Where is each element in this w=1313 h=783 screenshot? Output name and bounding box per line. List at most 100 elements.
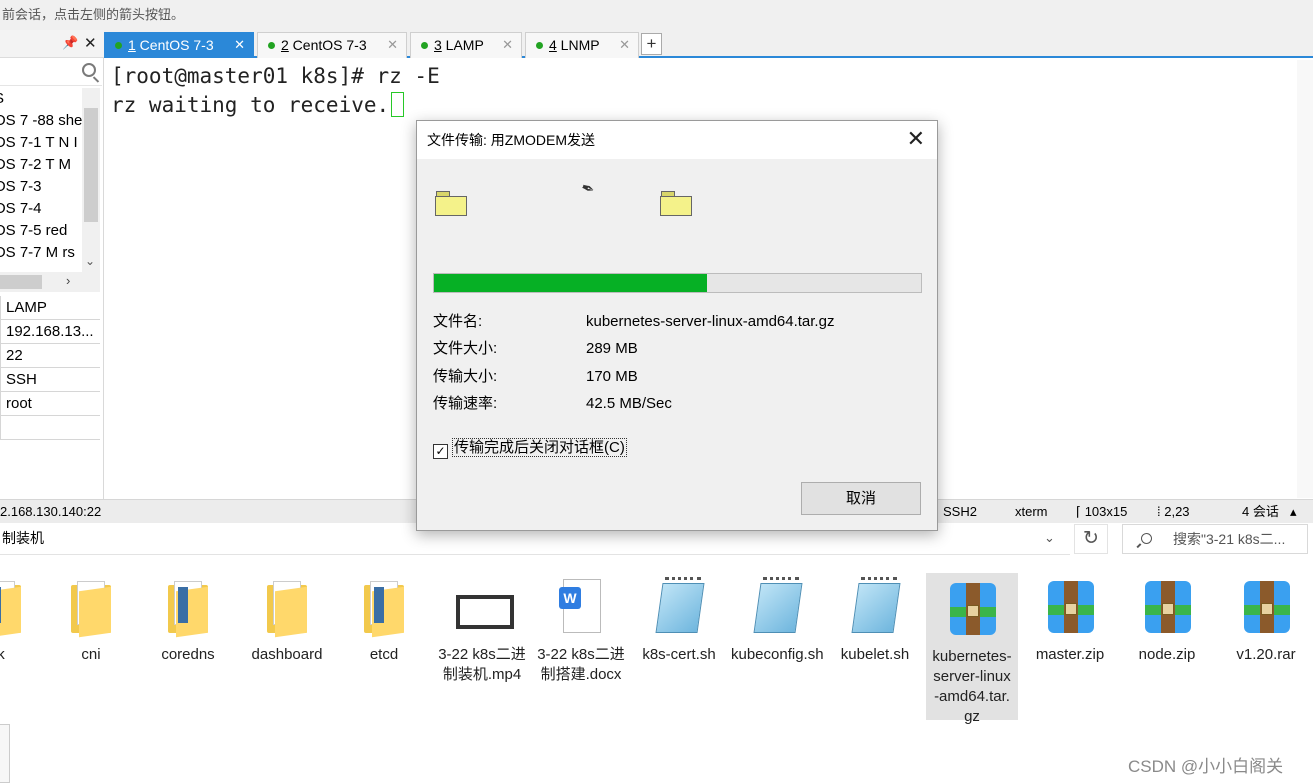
file-transfer-dialog: 文件传输: 用ZMODEM发送 ✕ ✒ 文件名: kubernetes-serv…: [416, 120, 938, 531]
destination-folder-icon: [660, 191, 692, 217]
property-protocol: SSH: [0, 368, 100, 392]
checkbox-check-icon[interactable]: ✓: [433, 444, 448, 459]
status-protocol: SSH2: [943, 504, 977, 519]
file-name: 3-22 k8s二进制装机.mp4: [438, 646, 526, 683]
file-item[interactable]: k8s-cert.sh: [633, 573, 725, 665]
tab-lamp[interactable]: 3 LAMP ✕: [410, 32, 522, 58]
close-tab-icon[interactable]: ✕: [502, 33, 513, 57]
close-tab-icon[interactable]: ✕: [387, 33, 398, 57]
cancel-button[interactable]: 取消: [801, 482, 921, 515]
file-item[interactable]: kubelet.sh: [829, 573, 921, 665]
session-item[interactable]: OS 7-2 T M: [0, 154, 82, 176]
hint-bar: 前会话，点击左侧的箭头按钮。: [0, 0, 1313, 30]
session-item[interactable]: OS 7 -88 she: [0, 110, 82, 132]
refresh-button[interactable]: ↻: [1074, 524, 1108, 554]
file-item[interactable]: cni: [45, 573, 137, 665]
close-tab-icon[interactable]: ✕: [234, 33, 245, 57]
session-item[interactable]: OS 7-1 T N I: [0, 132, 82, 154]
checkbox-label: 传输完成后关闭对话框(C): [452, 438, 627, 457]
file-item-selected[interactable]: kubernetes-server-linux-amd64.tar.gz: [926, 573, 1018, 725]
folder-icon: [0, 577, 27, 638]
archive-file-icon: [1141, 577, 1193, 637]
close-on-complete-checkbox[interactable]: ✓ 传输完成后关闭对话框(C): [433, 438, 627, 459]
address-path: 制装机: [2, 530, 44, 546]
file-item[interactable]: W 3-22 k8s二进制搭建.docx: [535, 573, 627, 685]
connected-status-icon: [115, 42, 122, 49]
info-row-filename: 文件名: kubernetes-server-linux-amd64.tar.g…: [433, 312, 913, 332]
folder-icon: [162, 577, 214, 638]
horizontal-scrollbar[interactable]: ›: [0, 272, 100, 292]
info-value: 289 MB: [586, 340, 638, 357]
status-size: ⌈ 103x15: [1076, 500, 1127, 523]
file-name: kubernetes-server-linux-amd64.tar.gz: [932, 648, 1012, 725]
new-tab-button[interactable]: +: [641, 33, 662, 55]
file-name: k: [0, 646, 5, 663]
file-item[interactable]: v1.20.rar: [1220, 573, 1312, 665]
file-name: kubeconfig.sh: [731, 646, 824, 663]
session-manager-panel: 📌 ✕ S OS 7 -88 she OS 7-1 T N I OS 7-2 T…: [0, 30, 104, 500]
file-name: etcd: [369, 646, 399, 663]
session-item[interactable]: S: [0, 88, 82, 110]
chevron-down-icon[interactable]: ⌄: [85, 254, 95, 268]
tab-centos-7-3-1[interactable]: 1 CentOS 7-3 ✕: [104, 32, 254, 58]
tab-label: CentOS 7-3: [135, 37, 214, 53]
file-item[interactable]: node.zip: [1121, 573, 1213, 665]
session-item[interactable]: OS 7-4: [0, 198, 82, 220]
file-item[interactable]: etcd: [338, 573, 430, 665]
session-item[interactable]: OS 7-3: [0, 176, 82, 198]
info-label: 文件大小:: [433, 340, 498, 357]
file-name: k8s-cert.sh: [642, 646, 716, 663]
tab-label: CentOS 7-3: [288, 37, 367, 53]
terminal-line: [root@master01 k8s]# rz -E: [111, 64, 440, 88]
chevron-down-icon[interactable]: ⌄: [1044, 523, 1055, 553]
caret-up-icon[interactable]: ▴: [1290, 500, 1297, 523]
file-item[interactable]: 3-22 k8s二进制装机.mp4: [436, 573, 528, 685]
property-host: 192.168.13...: [0, 320, 100, 344]
connected-status-icon: [268, 42, 275, 49]
file-item[interactable]: kubeconfig.sh: [731, 573, 824, 665]
file-name: v1.20.rar: [1236, 646, 1296, 663]
chevron-right-icon[interactable]: ›: [66, 273, 70, 288]
refresh-icon: ↻: [1083, 528, 1099, 549]
file-name: 3-22 k8s二进制搭建.docx: [537, 646, 625, 683]
scrollbar-thumb[interactable]: [0, 275, 42, 289]
tab-lnmp[interactable]: 4 LNMP ✕: [525, 32, 639, 58]
tab-centos-7-3-2[interactable]: 2 CentOS 7-3 ✕: [257, 32, 407, 58]
file-item[interactable]: coredns: [142, 573, 234, 665]
info-row-filesize: 文件大小: 289 MB: [433, 339, 913, 359]
folder-icon: [358, 577, 410, 638]
terminal-scrollbar[interactable]: [1297, 60, 1313, 498]
archive-file-icon: [1240, 577, 1292, 637]
session-item[interactable]: OS 7-5 red: [0, 220, 82, 242]
search-icon: [1141, 533, 1152, 544]
info-label: 文件名:: [433, 313, 483, 330]
status-sessions: 4 会话: [1242, 504, 1279, 519]
file-item[interactable]: k: [0, 573, 47, 665]
status-term: xterm: [1015, 504, 1048, 519]
info-row-rate: 传输速率: 42.5 MB/Sec: [433, 394, 913, 414]
close-icon[interactable]: ✕: [84, 34, 97, 52]
search-icon[interactable]: [82, 63, 96, 77]
terminal-line: rz waiting to receive.: [111, 92, 405, 117]
watermark: CSDN @小小白阁关: [1128, 757, 1284, 776]
file-item[interactable]: master.zip: [1024, 573, 1116, 665]
pin-icon[interactable]: 📌: [62, 35, 78, 51]
search-input[interactable]: 搜索"3-21 k8s二...: [1122, 524, 1308, 554]
file-item[interactable]: dashboard: [241, 573, 333, 665]
file-name: kubelet.sh: [840, 646, 910, 663]
property-name: LAMP: [0, 296, 100, 320]
close-tab-icon[interactable]: ✕: [619, 33, 630, 57]
terminal-text: rz waiting to receive.: [111, 93, 390, 117]
dialog-title: 文件传输: 用ZMODEM发送: [427, 132, 595, 148]
scrollbar-thumb[interactable]: [84, 108, 98, 222]
progress-fill: [434, 274, 707, 292]
archive-file-icon: [946, 579, 998, 639]
close-icon[interactable]: ✕: [907, 121, 925, 157]
script-file-icon: [849, 577, 901, 637]
resize-icon: ⌈: [1076, 504, 1085, 519]
file-icon-partial: [0, 724, 10, 783]
vertical-scrollbar[interactable]: ⌄: [82, 88, 100, 272]
connected-status-icon: [421, 42, 428, 49]
session-item[interactable]: OS 7-7 M rs: [0, 242, 82, 264]
session-search[interactable]: [0, 60, 102, 86]
